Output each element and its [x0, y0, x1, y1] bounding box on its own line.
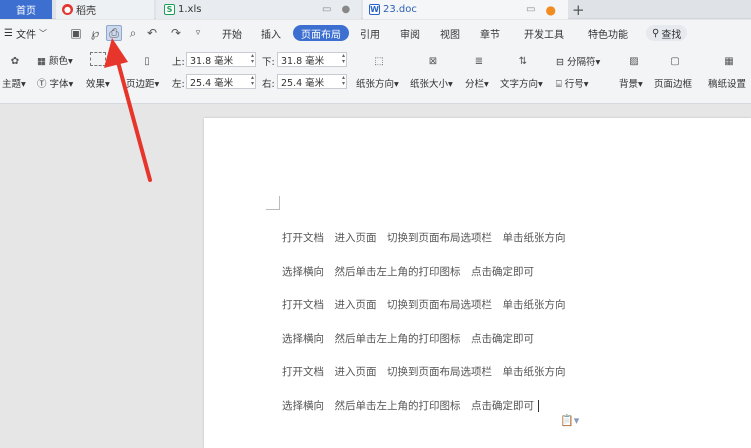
- page-margin-button[interactable]: 页边距▾: [126, 76, 159, 90]
- tab-start[interactable]: 开始: [222, 20, 242, 46]
- tab-page-layout[interactable]: 页面布局: [293, 25, 349, 41]
- top-margin-label: 上:: [172, 57, 185, 68]
- effect-icon[interactable]: [90, 52, 106, 66]
- docer-icon: ●: [62, 4, 73, 15]
- background-icon[interactable]: ▨: [625, 52, 643, 70]
- theme-button[interactable]: 主题▾: [2, 76, 26, 90]
- tab-xls-label: 1.xls: [178, 4, 202, 15]
- unsaved-dot-icon: ●: [545, 2, 556, 17]
- print-icon[interactable]: ⎙: [106, 25, 122, 41]
- monitor-icon[interactable]: ▭: [526, 4, 535, 15]
- document-icon: W: [369, 4, 380, 15]
- background-button[interactable]: 背景▾: [619, 76, 643, 90]
- document-line[interactable]: 选择横向 然后单击左上角的打印图标 点击确定即可: [282, 264, 534, 279]
- paper-orientation-icon[interactable]: ⬚: [370, 52, 388, 70]
- effect-button[interactable]: 效果▾: [86, 76, 110, 90]
- tab-view[interactable]: 视图: [440, 20, 460, 46]
- tab-home-label: 首页: [16, 6, 36, 17]
- workspace: ▤ ▾ 打开文档 进入页面 切换到页面布局选项栏 单击纸张方向 选择横向 然后单…: [0, 104, 751, 448]
- search-icon: ⚲: [652, 27, 660, 39]
- spreadsheet-icon: S: [164, 4, 175, 15]
- monitor-icon[interactable]: ▭: [322, 4, 331, 15]
- right-margin-input[interactable]: 25.4 毫米 ▴ ▾: [277, 74, 347, 89]
- document-page[interactable]: 打开文档 进入页面 切换到页面布局选项栏 单击纸张方向 选择横向 然后单击左上角…: [204, 118, 751, 448]
- right-margin-label: 右:: [262, 79, 275, 90]
- tab-chapter[interactable]: 章节: [480, 20, 500, 46]
- tab-doc-label: 23.doc: [383, 4, 417, 15]
- paper-orientation-button[interactable]: 纸张方向▾: [356, 76, 399, 90]
- text-cursor: [538, 400, 539, 412]
- ribbon: ✿ 主题▾ ▦ 颜色▾ Ⓣ 字体▾ 效果▾ ▯ 页边距▾ 上: 31.8 毫米 ▴…: [0, 46, 751, 104]
- tab-review[interactable]: 审阅: [400, 20, 420, 46]
- menu-bar: ☰ 文件 ﹀ ▣ ℘ ⎙ ⌕ ↶ ↷ ▿ 开始 插入 页面布局 引用 审阅 视图…: [0, 20, 751, 46]
- bottom-margin-label: 下:: [262, 57, 275, 68]
- redo-icon[interactable]: ↷: [168, 25, 184, 41]
- manuscript-icon[interactable]: ▦: [720, 52, 738, 70]
- columns-button[interactable]: 分栏▾: [465, 76, 489, 90]
- page-border-icon[interactable]: ▢: [666, 52, 684, 70]
- top-margin-input[interactable]: 31.8 毫米 ▴ ▾: [186, 52, 256, 67]
- tab-docer[interactable]: ● 稻壳: [56, 0, 154, 19]
- quick-access-dropdown-icon[interactable]: ▿: [190, 25, 206, 41]
- tab-doc-controls: ▭ ●: [526, 0, 556, 19]
- text-direction-icon[interactable]: ⇅: [514, 52, 532, 70]
- document-line[interactable]: 打开文档 进入页面 切换到页面布局选项栏 单击纸张方向: [282, 297, 566, 312]
- undo-icon[interactable]: ↶: [144, 25, 160, 41]
- file-menu-label: 文件: [15, 29, 36, 41]
- left-margin-input[interactable]: 25.4 毫米 ▴ ▾: [186, 74, 256, 89]
- file-menu[interactable]: ☰ 文件 ﹀: [4, 20, 47, 46]
- dot-icon: ●: [341, 4, 351, 15]
- document-line[interactable]: 打开文档 进入页面 切换到页面布局选项栏 单击纸张方向: [282, 230, 566, 245]
- line-number-button[interactable]: ⌸ 行号▾: [556, 76, 589, 90]
- color-button[interactable]: ▦ 颜色▾: [37, 53, 73, 67]
- font-button[interactable]: Ⓣ 字体▾: [37, 76, 73, 90]
- theme-icon[interactable]: ✿: [6, 52, 24, 70]
- tab-xls-controls: ▭ ●: [322, 0, 350, 19]
- manuscript-button[interactable]: 稿纸设置: [708, 76, 746, 90]
- hamburger-icon: ☰: [4, 27, 13, 39]
- columns-icon[interactable]: ≣: [470, 52, 488, 70]
- tab-docer-label: 稻壳: [76, 6, 96, 17]
- margin-corner-mark: [266, 196, 280, 210]
- chevron-down-icon: ﹀: [38, 28, 47, 38]
- document-line[interactable]: 选择横向 然后单击左上角的打印图标 点击确定即可: [282, 331, 534, 346]
- tab-references[interactable]: 引用: [360, 20, 380, 46]
- search-label: 查找: [661, 29, 682, 41]
- paper-size-button[interactable]: 纸张大小▾: [410, 76, 453, 90]
- save-icon[interactable]: ▣: [68, 25, 84, 41]
- bottom-margin-input[interactable]: 31.8 毫米 ▴ ▾: [277, 52, 347, 67]
- paper-size-icon[interactable]: ⊠: [424, 52, 442, 70]
- document-line[interactable]: 打开文档 进入页面 切换到页面布局选项栏 单击纸张方向: [282, 364, 566, 379]
- tab-insert[interactable]: 插入: [261, 20, 281, 46]
- tab-bar: 首页 ● 稻壳 S 1.xls ▭ ● W 23.doc ▭ ● +: [0, 0, 751, 19]
- separator-button[interactable]: ⊟ 分隔符▾: [556, 54, 600, 68]
- new-tab-button[interactable]: +: [572, 0, 585, 19]
- paste-options-icon[interactable]: 📋▾: [560, 414, 579, 427]
- page-border-button[interactable]: 页面边框: [654, 76, 692, 90]
- tab-special[interactable]: 特色功能: [588, 20, 628, 46]
- page-margin-icon[interactable]: ▯: [138, 52, 156, 70]
- document-line-last[interactable]: 选择横向 然后单击左上角的打印图标 点击确定即可: [282, 398, 539, 413]
- tab-home[interactable]: 首页: [0, 0, 52, 19]
- document-line-text: 选择横向 然后单击左上角的打印图标 点击确定即可: [282, 400, 534, 412]
- print-preview-icon[interactable]: ⌕: [125, 25, 141, 41]
- left-margin-label: 左:: [172, 79, 185, 90]
- search-button[interactable]: ⚲ 查找: [646, 25, 688, 41]
- tab-developer[interactable]: 开发工具: [524, 20, 564, 46]
- text-direction-button[interactable]: 文字方向▾: [500, 76, 543, 90]
- format-painter-icon[interactable]: ℘: [87, 25, 103, 41]
